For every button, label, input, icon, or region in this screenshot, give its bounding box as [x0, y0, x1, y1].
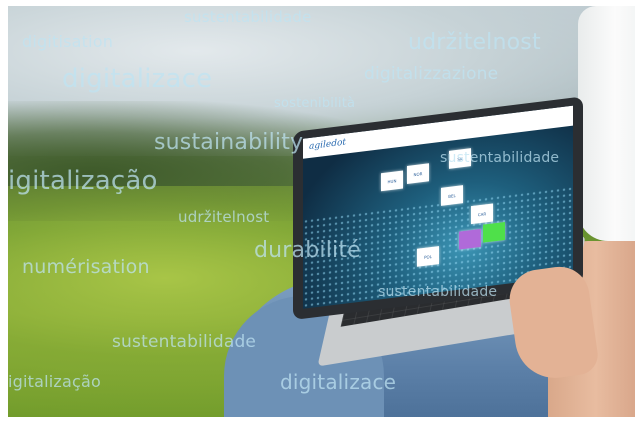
overlay-word: udržitelnost [408, 30, 541, 55]
overlay-word: sustentabilidade [184, 8, 312, 26]
overlay-word: digitalizace [62, 64, 213, 94]
tile-3: BEL [441, 185, 463, 206]
overlay-word: numérisation [22, 256, 150, 278]
overlay-word: durabilité [254, 238, 361, 263]
white-shirt [578, 6, 635, 241]
overlay-word: digitalizzazione [364, 64, 499, 84]
tile-0: HUN [381, 170, 403, 192]
website-logo: agiledot [309, 137, 347, 153]
overlay-word: sustentabilidade [440, 150, 560, 166]
tile-4: CAR [471, 203, 493, 225]
overlay-word: sustentabilidade [378, 284, 498, 300]
overlay-word: igitalização [8, 372, 102, 391]
tile-1: NOR [407, 163, 429, 185]
overlay-word: igitalização [8, 166, 158, 196]
overlay-word: digitisation [22, 32, 114, 51]
overlay-word: sustentabilidade [112, 332, 257, 352]
overlay-word: digitalizace [280, 370, 397, 394]
tile-6 [459, 228, 481, 250]
tile-7 [483, 221, 505, 243]
overlay-word: udržitelnost [178, 208, 270, 226]
photo-scene: agiledot HUN NOR SK BEL CAR POL sustenta… [8, 6, 635, 417]
overlay-word: sostenibilità [274, 96, 356, 111]
tile-5: POL [417, 246, 439, 267]
overlay-word: sustainability [154, 130, 304, 155]
